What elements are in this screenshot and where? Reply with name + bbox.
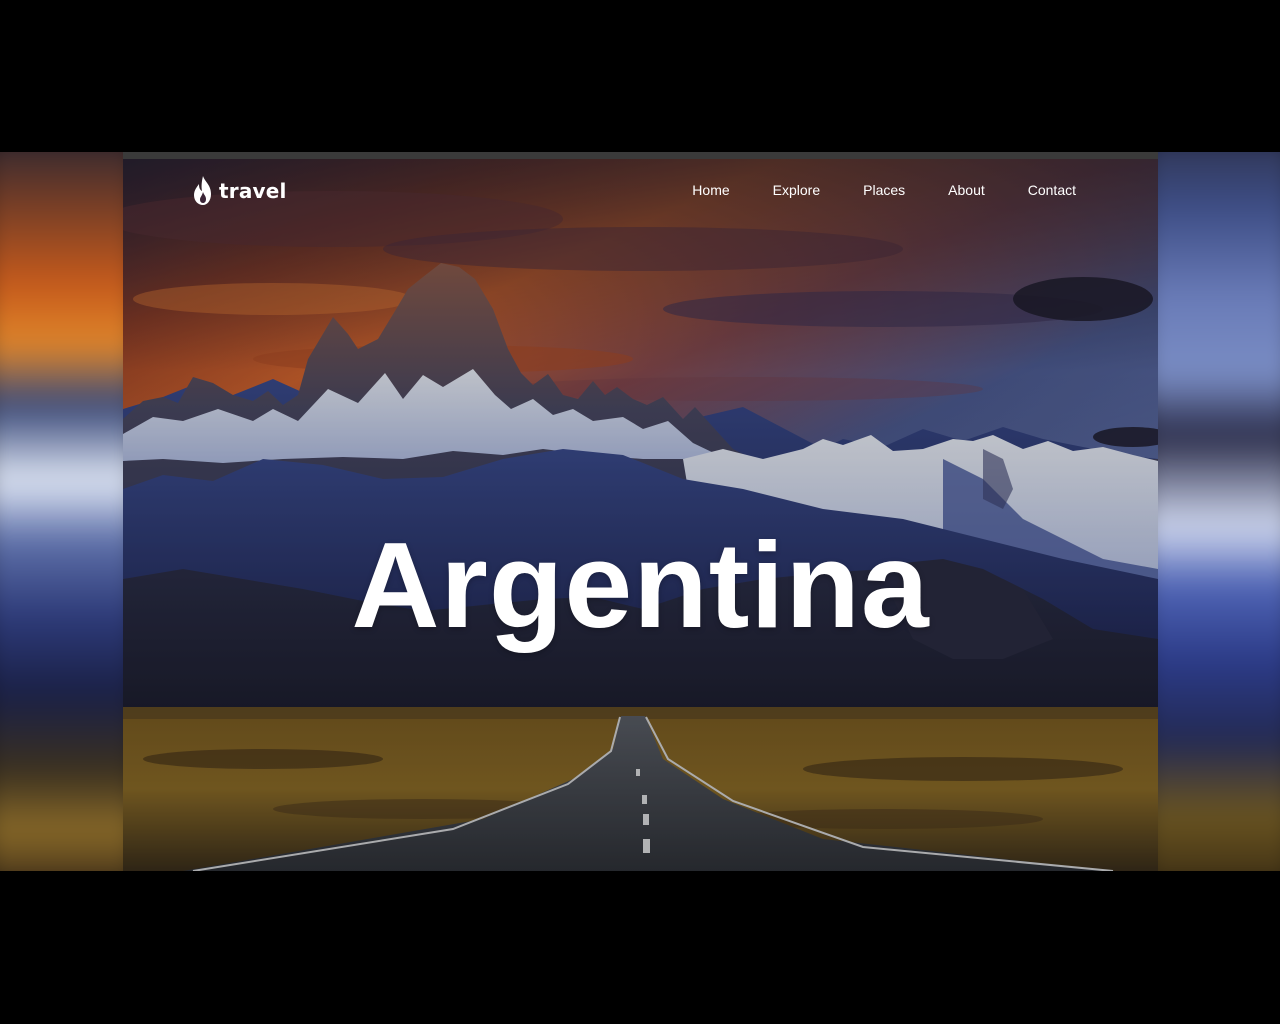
nav-about[interactable]: About <box>948 182 985 198</box>
top-navbar: travel Home Explore Places About Contact <box>123 159 1158 223</box>
flame-icon <box>194 176 211 205</box>
main-nav: Home Explore Places About Contact <box>692 182 1076 198</box>
hero-section: travel Home Explore Places About Contact… <box>123 152 1158 871</box>
nav-home[interactable]: Home <box>692 182 729 198</box>
hero-landscape-image <box>123 159 1158 871</box>
browser-top-strip <box>123 152 1158 159</box>
nav-places[interactable]: Places <box>863 182 905 198</box>
letterbox-bottom <box>0 871 1280 1024</box>
brand-name: travel <box>219 179 287 203</box>
hero-title: Argentina <box>351 516 930 653</box>
blurred-background-right <box>1158 152 1280 871</box>
blurred-background-left <box>0 152 123 871</box>
nav-explore[interactable]: Explore <box>773 182 820 198</box>
nav-contact[interactable]: Contact <box>1028 182 1076 198</box>
brand-logo[interactable]: travel <box>191 175 287 207</box>
letterbox-top <box>0 0 1280 152</box>
